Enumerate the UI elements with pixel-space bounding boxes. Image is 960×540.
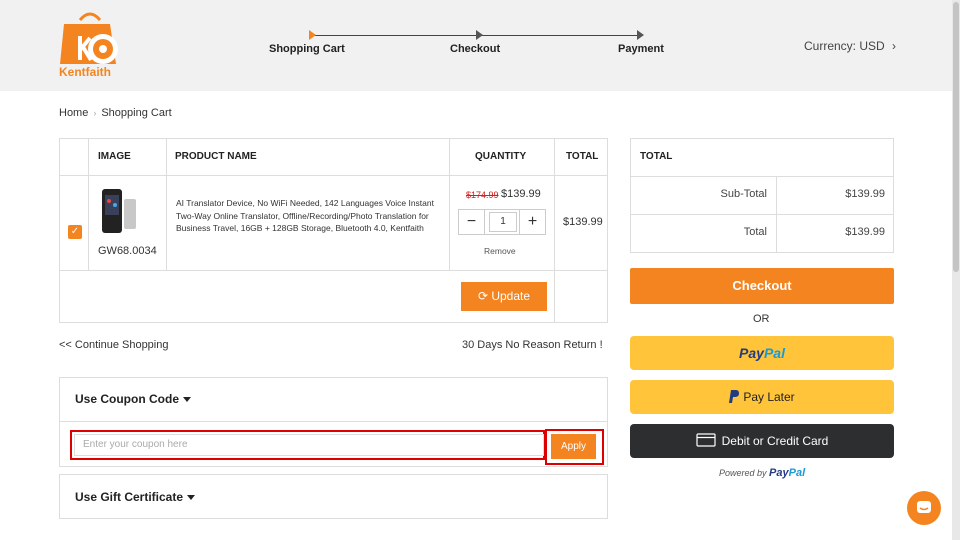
- col-header-product: PRODUCT NAME: [175, 151, 257, 162]
- update-button[interactable]: ⟳ Update: [461, 282, 547, 311]
- divider: [631, 176, 893, 177]
- divider: [776, 176, 777, 252]
- breadcrumb-separator-icon: ›: [93, 108, 97, 118]
- coupon-title: Use Coupon Code: [75, 392, 179, 406]
- paypal-logo-pal: Pal: [763, 345, 785, 361]
- step-marker-payment: [637, 30, 644, 40]
- powered-label: Powered by: [719, 468, 767, 478]
- coupon-placeholder: Enter your coupon here: [83, 439, 188, 450]
- return-policy: 30 Days No Reason Return !: [462, 339, 603, 351]
- continue-shopping-link[interactable]: << Continue Shopping: [59, 339, 168, 351]
- step-marker-cart: [309, 30, 316, 40]
- col-divider: [88, 139, 89, 270]
- plus-icon[interactable]: +: [519, 210, 545, 234]
- gift-toggle[interactable]: Use Gift Certificate: [75, 490, 196, 504]
- col-divider: [449, 139, 450, 270]
- currency-label: Currency: USD: [804, 39, 885, 53]
- col-divider: [166, 139, 167, 270]
- chevron-right-icon: ›: [892, 39, 897, 53]
- totals-header: TOTAL: [640, 151, 673, 162]
- progress-line: [310, 35, 640, 36]
- currency-selector[interactable]: Currency: USD ›: [804, 39, 896, 53]
- paypal-p-icon: [729, 390, 740, 403]
- col-header-quantity: QUANTITY: [475, 151, 527, 162]
- col-header-image: IMAGE: [98, 151, 131, 162]
- or-separator: OR: [753, 313, 770, 325]
- row-divider: [60, 270, 607, 271]
- quantity-stepper: − 1 +: [458, 209, 546, 235]
- apply-button[interactable]: Apply: [551, 434, 596, 459]
- step-marker-checkout: [476, 30, 483, 40]
- update-label: Update: [491, 289, 531, 303]
- step-checkout: Checkout: [450, 43, 501, 55]
- row-total: $139.99: [563, 216, 603, 228]
- caret-down-icon: [183, 397, 191, 403]
- col-header-total: TOTAL: [566, 151, 599, 162]
- scrollbar[interactable]: [952, 0, 960, 540]
- paypal-button[interactable]: PayPal: [630, 336, 894, 370]
- site-header: Kentfaith Shopping Cart Checkout Payment…: [0, 0, 960, 91]
- divider: [631, 214, 893, 215]
- step-shopping-cart: Shopping Cart: [269, 43, 345, 55]
- pay-later-button[interactable]: Pay Later: [630, 380, 894, 414]
- chat-button[interactable]: [907, 491, 941, 525]
- sale-price: $139.99: [501, 188, 541, 200]
- checkout-button[interactable]: Checkout: [630, 268, 894, 304]
- product-image[interactable]: [100, 187, 140, 237]
- totals-table: TOTAL Sub-Total $139.99 Total $139.99: [630, 138, 894, 253]
- chat-icon: [917, 501, 931, 513]
- powered-logo-pay: Pay: [769, 467, 789, 479]
- total-label: Total: [743, 226, 767, 238]
- product-name[interactable]: AI Translator Device, No WiFi Needed, 14…: [176, 197, 448, 235]
- paypal-logo-pay: Pay: [739, 345, 764, 361]
- brand-name: Kentfaith: [59, 65, 111, 79]
- coupon-toggle[interactable]: Use Coupon Code: [75, 392, 191, 406]
- minus-icon[interactable]: −: [459, 210, 485, 234]
- powered-by-paypal: Powered by PayPal: [719, 467, 805, 479]
- total-value: $139.99: [845, 226, 885, 238]
- powered-logo-pal: Pal: [788, 467, 806, 479]
- credit-card-icon: [696, 433, 716, 447]
- step-payment: Payment: [618, 43, 664, 55]
- pay-later-label: Pay Later: [743, 390, 795, 404]
- original-price: $174.99: [466, 190, 499, 200]
- gift-title: Use Gift Certificate: [75, 490, 184, 504]
- caret-down-icon: [187, 495, 196, 501]
- header-divider: [60, 175, 607, 176]
- cart-table: IMAGE PRODUCT NAME QUANTITY TOTAL ✓ GW68…: [59, 138, 608, 323]
- product-sku: GW68.0034: [98, 245, 157, 257]
- card-label: Debit or Credit Card: [721, 434, 829, 448]
- gift-certificate-panel: Use Gift Certificate: [59, 474, 608, 519]
- refresh-icon: ⟳: [477, 289, 488, 303]
- subtotal-label: Sub-Total: [720, 188, 767, 200]
- breadcrumb: Home › Shopping Cart: [59, 107, 172, 119]
- col-divider: [554, 139, 555, 322]
- coupon-input[interactable]: Enter your coupon here: [74, 434, 544, 456]
- debit-credit-card-button[interactable]: Debit or Credit Card: [630, 424, 894, 458]
- breadcrumb-current: Shopping Cart: [101, 107, 172, 119]
- item-checkbox[interactable]: ✓: [68, 225, 82, 239]
- quantity-input[interactable]: 1: [489, 212, 517, 232]
- scrollbar-thumb[interactable]: [953, 2, 959, 272]
- breadcrumb-home[interactable]: Home: [59, 107, 88, 119]
- divider: [60, 421, 607, 422]
- coupon-panel: Use Coupon Code Enter your coupon here A…: [59, 377, 608, 467]
- remove-link[interactable]: Remove: [484, 246, 516, 256]
- subtotal-value: $139.99: [845, 188, 885, 200]
